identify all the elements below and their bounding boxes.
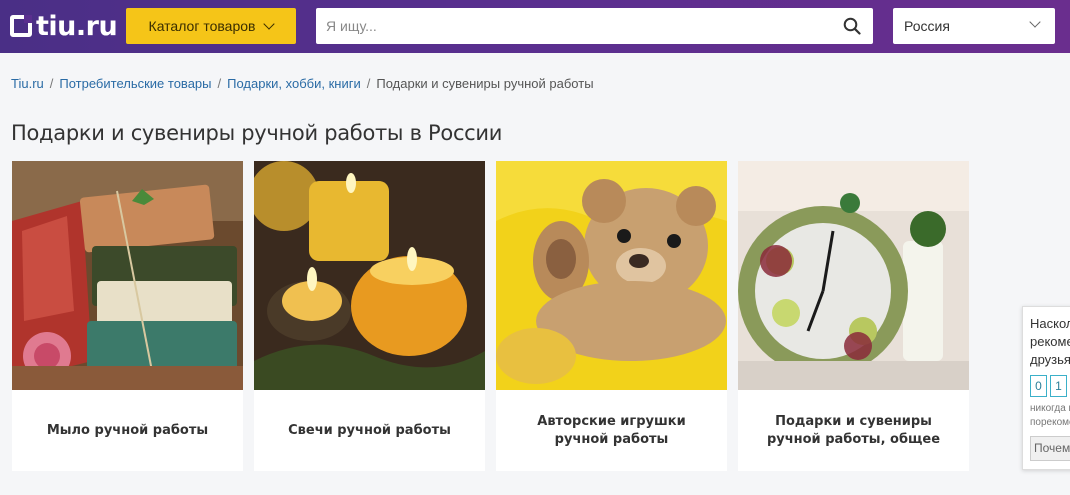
region-value: Россия [904, 18, 950, 34]
feedback-widget: Насколько вероятно, что вы рекомендуете … [1022, 306, 1070, 470]
breadcrumb-separator: / [217, 76, 222, 91]
logo-icon [10, 15, 32, 37]
search-icon[interactable] [843, 17, 861, 35]
soap-photo [12, 161, 243, 390]
site-logo[interactable]: tiu.ru [10, 10, 118, 42]
category-card-toys[interactable]: Авторские игрушки ручной работы [496, 161, 727, 471]
page-title: Подарки и сувениры ручной работы в Росси… [11, 121, 503, 145]
catalog-button-label: Каталог товаров [148, 18, 256, 34]
breadcrumb-link-home[interactable]: Tiu.ru [11, 76, 44, 91]
logo-text: tiu.ru [36, 10, 118, 42]
breadcrumb-current: Подарки и сувениры ручной работы [376, 76, 594, 91]
category-label: Мыло ручной работы [46, 422, 209, 438]
widget-question: Насколько вероятно, что вы рекомендуете … [1030, 316, 1070, 367]
search-box [316, 8, 873, 44]
category-label: Свечи ручной работы [288, 422, 451, 438]
breadcrumb-link-gifts[interactable]: Подарки, хобби, книги [227, 76, 361, 91]
chevron-down-icon [263, 18, 276, 30]
site-header: tiu.ru Каталог товаров Россия [0, 0, 1070, 53]
breadcrumb-link-consumer-goods[interactable]: Потребительские товары [59, 76, 211, 91]
breadcrumb-separator: / [49, 76, 54, 91]
score-button-1[interactable]: 1 [1050, 375, 1067, 397]
chevron-down-icon [1029, 16, 1041, 28]
candles-photo [254, 161, 485, 390]
region-select[interactable]: Россия [893, 8, 1055, 44]
breadcrumb-separator: / [366, 76, 371, 91]
breadcrumb: Tiu.ru / Потребительские товары / Подарк… [11, 76, 594, 91]
category-label: Авторские игрушки ручной работы [537, 413, 686, 447]
search-input[interactable] [316, 8, 826, 44]
category-card-candles[interactable]: Свечи ручной работы [254, 161, 485, 471]
score-button-0[interactable]: 0 [1030, 375, 1047, 397]
category-label: Подарки и сувениры ручной работы, общее [766, 413, 941, 447]
why-button[interactable]: Почему? [1030, 436, 1070, 461]
teddy-bear-photo [496, 161, 727, 390]
decorative-clock-photo [738, 161, 969, 390]
category-card-gifts-general[interactable]: Подарки и сувениры ручной работы, общее [738, 161, 969, 471]
catalog-button[interactable]: Каталог товаров [126, 8, 296, 44]
widget-score-scale: 0 1 [1030, 375, 1067, 397]
widget-low-label: никогда не порекомендую [1030, 403, 1070, 428]
category-card-soap[interactable]: Мыло ручной работы [12, 161, 243, 471]
